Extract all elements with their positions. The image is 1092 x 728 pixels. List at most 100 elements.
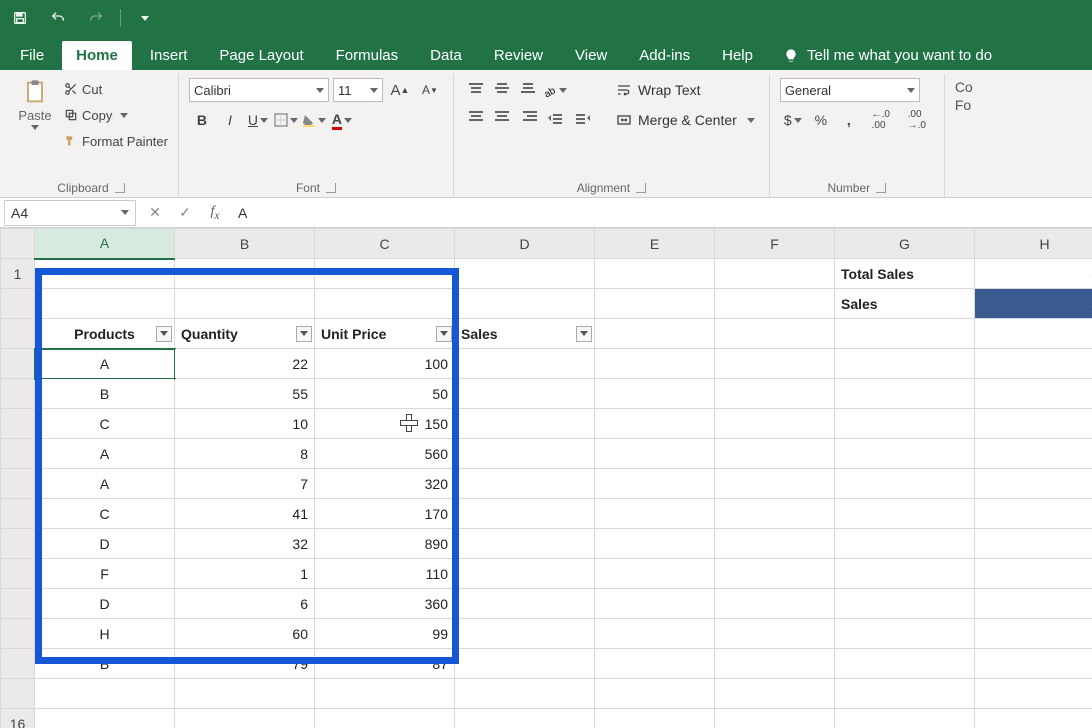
cell-B12[interactable]: 6 <box>175 589 315 619</box>
cell-G4[interactable] <box>835 349 975 379</box>
cell-C2[interactable] <box>315 289 455 319</box>
col-header-E[interactable]: E <box>595 229 715 259</box>
cell-A3[interactable]: Products <box>35 319 175 349</box>
tab-insert[interactable]: Insert <box>136 41 202 70</box>
cell-A2[interactable] <box>35 289 175 319</box>
cell-E13[interactable] <box>595 619 715 649</box>
font-color-button[interactable]: A <box>329 108 355 132</box>
font-size-combo[interactable]: 11 <box>333 78 383 102</box>
bold-button[interactable]: B <box>189 108 215 132</box>
cell-H9[interactable] <box>975 499 1092 529</box>
cell-F5[interactable] <box>715 379 835 409</box>
cell-G15[interactable] <box>835 679 975 709</box>
row-header-16[interactable]: 16 <box>1 709 35 728</box>
cell-H2[interactable]: $ - <box>975 289 1092 319</box>
undo-button[interactable] <box>44 4 72 32</box>
cell-G1[interactable]: Total Sales <box>835 259 975 289</box>
cell-B1[interactable] <box>175 259 315 289</box>
row-header-14[interactable] <box>1 649 35 679</box>
wrap-text-button[interactable]: Wrap Text <box>612 78 759 102</box>
copy-button[interactable]: Copy <box>64 104 168 126</box>
tab-home[interactable]: Home <box>62 41 132 70</box>
cell-A7[interactable]: A <box>35 439 175 469</box>
align-center-button[interactable] <box>490 106 514 126</box>
cell-F9[interactable] <box>715 499 835 529</box>
cell-H8[interactable] <box>975 469 1092 499</box>
cell-F3[interactable] <box>715 319 835 349</box>
merge-center-button[interactable]: Merge & Center <box>612 108 759 132</box>
cell-H5[interactable] <box>975 379 1092 409</box>
row-header-15[interactable] <box>1 679 35 709</box>
paste-button[interactable]: Paste <box>14 78 56 130</box>
cell-C12[interactable]: 360 <box>315 589 455 619</box>
cell-H16[interactable] <box>975 709 1092 728</box>
cell-E11[interactable] <box>595 559 715 589</box>
cell-C8[interactable]: 320 <box>315 469 455 499</box>
spreadsheet-grid[interactable]: ABCDEFGH1Total Sales$ -Sales$ -ProductsQ… <box>0 228 1092 728</box>
cell-G16[interactable] <box>835 709 975 728</box>
cut-button[interactable]: Cut <box>64 78 168 100</box>
col-header-D[interactable]: D <box>455 229 595 259</box>
cell-E10[interactable] <box>595 529 715 559</box>
cell-A5[interactable]: B <box>35 379 175 409</box>
alignment-launcher[interactable] <box>636 183 646 193</box>
grow-font-button[interactable]: A▲ <box>387 78 413 102</box>
cell-B6[interactable]: 10 <box>175 409 315 439</box>
row-header-8[interactable] <box>1 469 35 499</box>
cell-B10[interactable]: 32 <box>175 529 315 559</box>
row-header-13[interactable] <box>1 619 35 649</box>
row-header-12[interactable] <box>1 589 35 619</box>
cell-A15[interactable] <box>35 679 175 709</box>
cell-D1[interactable] <box>455 259 595 289</box>
comma-format-button[interactable]: , <box>836 108 862 132</box>
cell-A1[interactable] <box>35 259 175 289</box>
cell-F6[interactable] <box>715 409 835 439</box>
cell-D2[interactable] <box>455 289 595 319</box>
cell-G7[interactable] <box>835 439 975 469</box>
percent-format-button[interactable]: % <box>808 108 834 132</box>
cell-G8[interactable] <box>835 469 975 499</box>
tab-page-layout[interactable]: Page Layout <box>205 41 317 70</box>
cell-H7[interactable] <box>975 439 1092 469</box>
cell-F13[interactable] <box>715 619 835 649</box>
row-header-2[interactable] <box>1 289 35 319</box>
name-box[interactable]: A4 <box>4 200 136 226</box>
cell-F15[interactable] <box>715 679 835 709</box>
decrease-indent-button[interactable] <box>542 106 568 130</box>
cell-C11[interactable]: 110 <box>315 559 455 589</box>
formula-input[interactable]: A <box>230 205 1092 221</box>
select-all-corner[interactable] <box>1 229 35 259</box>
cell-D7[interactable] <box>455 439 595 469</box>
cell-D10[interactable] <box>455 529 595 559</box>
cell-H4[interactable] <box>975 349 1092 379</box>
font-launcher[interactable] <box>326 183 336 193</box>
cell-H10[interactable] <box>975 529 1092 559</box>
cell-A10[interactable]: D <box>35 529 175 559</box>
cell-F14[interactable] <box>715 649 835 679</box>
cell-D5[interactable] <box>455 379 595 409</box>
row-header-11[interactable] <box>1 559 35 589</box>
orientation-button[interactable]: ab <box>542 78 568 102</box>
cell-G6[interactable] <box>835 409 975 439</box>
cell-B4[interactable]: 22 <box>175 349 315 379</box>
cell-C16[interactable] <box>315 709 455 728</box>
row-header-7[interactable] <box>1 439 35 469</box>
filter-dropdown-icon[interactable] <box>156 326 172 342</box>
cell-A6[interactable]: C <box>35 409 175 439</box>
cell-H15[interactable] <box>975 679 1092 709</box>
tab-addins[interactable]: Add-ins <box>625 41 704 70</box>
cell-E9[interactable] <box>595 499 715 529</box>
row-header-9[interactable] <box>1 499 35 529</box>
cell-F7[interactable] <box>715 439 835 469</box>
cell-G10[interactable] <box>835 529 975 559</box>
cell-C6[interactable]: 150 <box>315 409 455 439</box>
cell-D16[interactable] <box>455 709 595 728</box>
cell-C1[interactable] <box>315 259 455 289</box>
cell-H3[interactable] <box>975 319 1092 349</box>
filter-dropdown-icon[interactable] <box>296 326 312 342</box>
cell-C5[interactable]: 50 <box>315 379 455 409</box>
align-bottom-button[interactable] <box>516 78 540 98</box>
align-middle-button[interactable] <box>490 78 514 98</box>
cell-A11[interactable]: F <box>35 559 175 589</box>
cell-F10[interactable] <box>715 529 835 559</box>
